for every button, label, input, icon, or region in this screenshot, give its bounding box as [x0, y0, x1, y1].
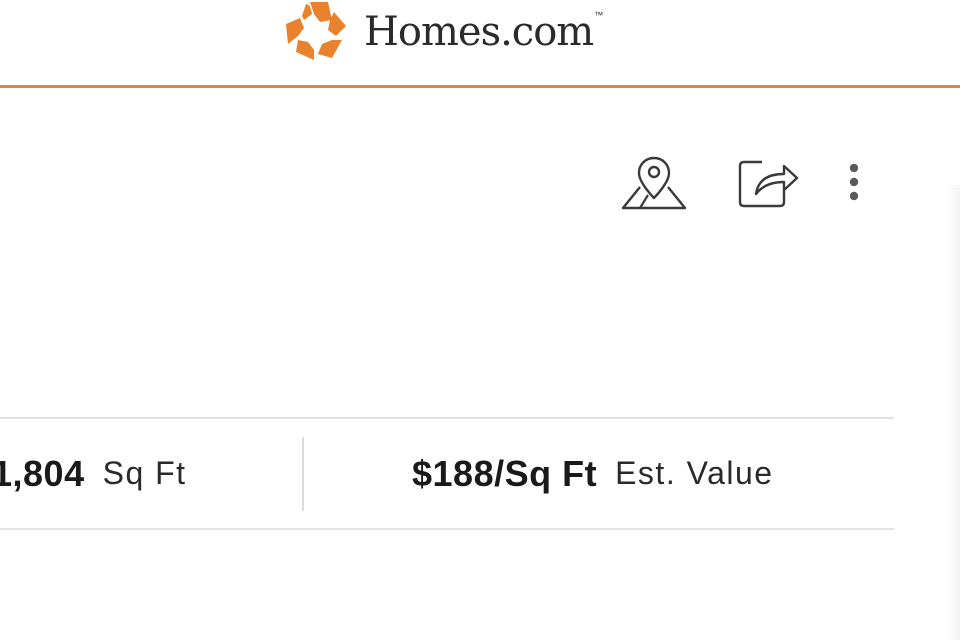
- est-value-label: Est. Value: [615, 455, 774, 491]
- brand-name: Homes.com: [364, 9, 594, 55]
- homes-star-icon: [286, 2, 346, 60]
- sqft-label: Sq Ft: [102, 455, 187, 491]
- more-options-button[interactable]: [838, 158, 870, 206]
- property-stats-bar: 1,804 Sq Ft $188/Sq Ft Est. Value: [0, 417, 894, 530]
- homes-logo[interactable]: Homes.com ™: [284, 0, 603, 62]
- trademark-mark: ™: [594, 10, 604, 20]
- page: Homes.com ™ 1,804 Sq Ft $188/Sq Ft Est. …: [0, 0, 960, 640]
- sqft-value: 1,804: [0, 452, 85, 494]
- site-header: Homes.com ™: [0, 0, 960, 88]
- stat-divider: [302, 437, 304, 511]
- share-button[interactable]: [734, 154, 802, 210]
- more-vertical-icon: [849, 163, 859, 201]
- price-per-sqft-value: $188/Sq Ft: [412, 452, 598, 494]
- map-pin-icon: [621, 156, 687, 210]
- map-button[interactable]: [618, 154, 690, 214]
- share-icon: [738, 160, 799, 208]
- side-panel-shadow: [946, 185, 960, 640]
- price-per-sqft-stat[interactable]: $188/Sq Ft Est. Value: [412, 419, 774, 528]
- sqft-stat: 1,804 Sq Ft: [0, 419, 187, 528]
